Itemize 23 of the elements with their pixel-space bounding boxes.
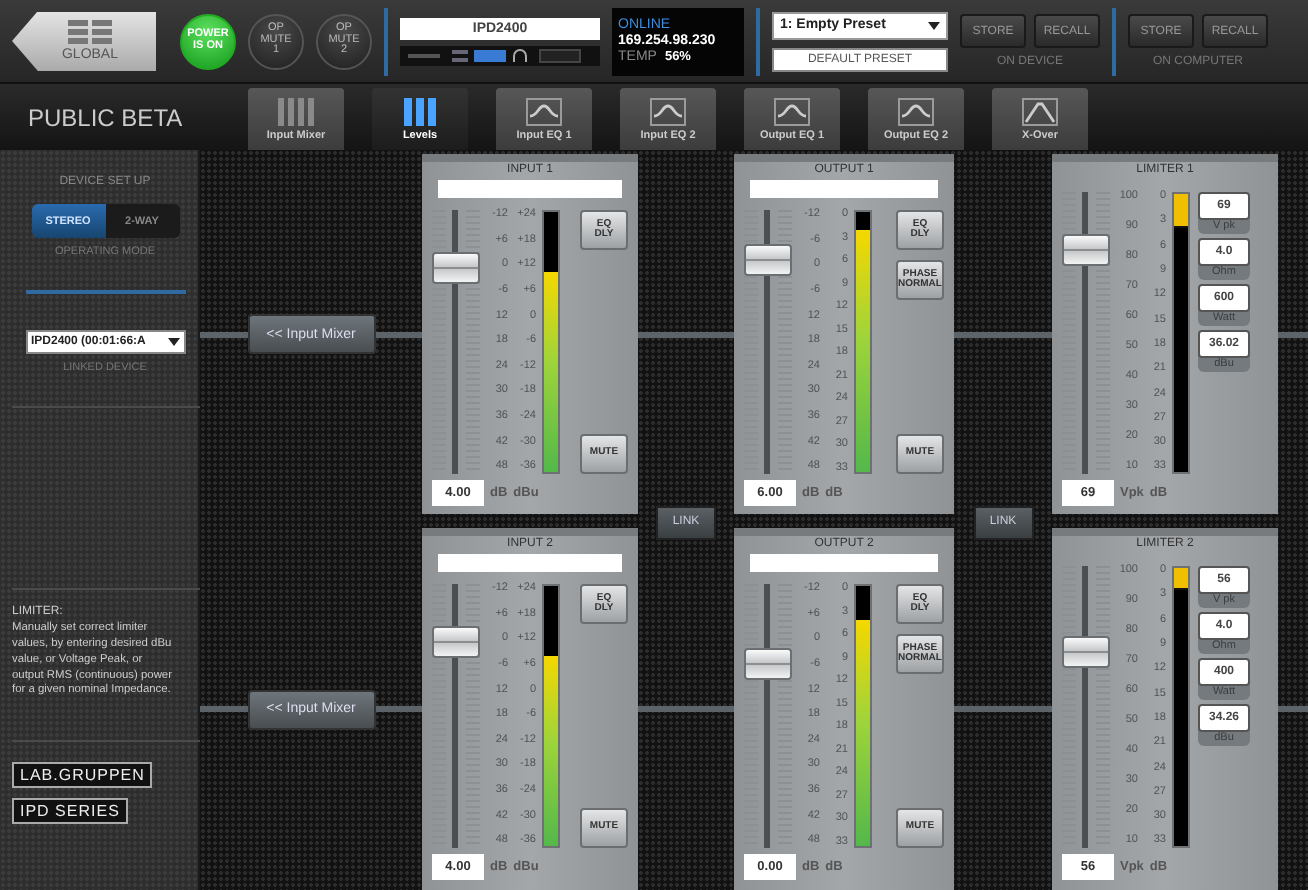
eq-curve-icon <box>650 97 686 125</box>
crossover-curve-icon <box>1022 97 1058 125</box>
fader-thumb[interactable] <box>1062 636 1110 668</box>
name-field[interactable] <box>438 180 622 198</box>
app-title: PUBLIC BETA <box>26 103 185 131</box>
eq-curve-icon <box>526 97 562 125</box>
name-field[interactable] <box>750 180 938 198</box>
eq-curve-icon <box>898 97 934 125</box>
fader-bars-icon <box>278 97 314 125</box>
fader-thumb[interactable] <box>744 244 792 277</box>
fader-thumb[interactable] <box>432 625 480 658</box>
brand-logo: IPD SERIES <box>12 798 128 825</box>
level-bars-icon <box>404 97 436 125</box>
fader-thumb[interactable] <box>432 251 480 284</box>
name-field[interactable] <box>438 554 622 572</box>
caret-icon <box>928 21 940 29</box>
eq-curve-icon <box>774 97 810 125</box>
fader-thumb[interactable] <box>744 648 792 681</box>
name-field[interactable] <box>750 554 938 572</box>
caret-icon <box>167 338 179 346</box>
brand-logo: LAB.GRUPPEN <box>12 762 153 789</box>
fader-thumb[interactable] <box>1062 234 1110 267</box>
grid-icon <box>68 20 112 44</box>
